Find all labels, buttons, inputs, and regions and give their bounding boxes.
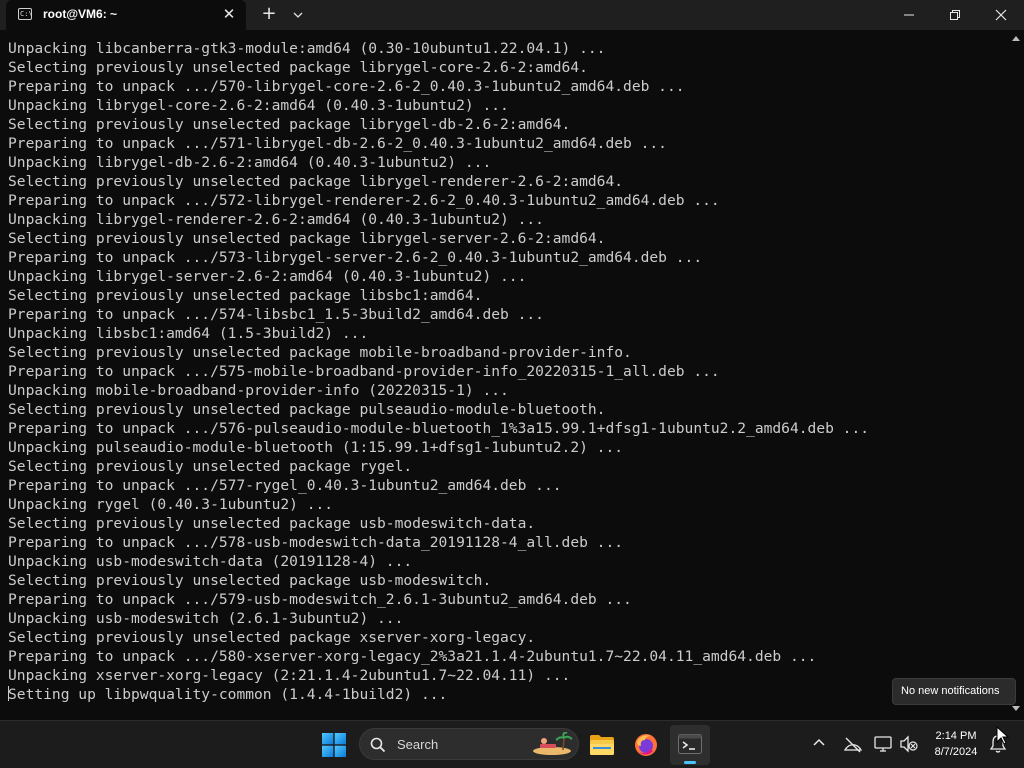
restore-icon [950, 10, 960, 20]
terminal-line: Preparing to unpack .../576-pulseaudio-m… [8, 420, 870, 437]
firefox-button[interactable] [626, 725, 666, 765]
terminal-line: Unpacking libcanberra-gtk3-module:amd64 … [8, 40, 606, 57]
chevron-up-icon[interactable] [812, 737, 826, 747]
terminal-line: Selecting previously unselected package … [8, 515, 536, 532]
network-disconnected-icon[interactable] [843, 734, 863, 754]
terminal-line: Selecting previously unselected package … [8, 230, 606, 247]
terminal-line: Preparing to unpack .../572-librygel-ren… [8, 192, 720, 209]
terminal-line: Selecting previously unselected package … [8, 458, 413, 475]
tab-dropdown-button[interactable] [288, 3, 308, 27]
minimize-button[interactable] [886, 0, 932, 30]
terminal-line: Preparing to unpack .../575-mobile-broad… [8, 363, 720, 380]
terminal-line: Selecting previously unselected package … [8, 629, 536, 646]
terminal-icon [678, 734, 702, 754]
terminal-line: Preparing to unpack .../571-librygel-db-… [8, 135, 667, 152]
close-tab-icon[interactable]: ✕ [218, 3, 240, 25]
search-highlight-art-icon [533, 732, 573, 755]
search-placeholder: Search [397, 737, 439, 752]
search-icon [370, 737, 386, 753]
clock-time: 2:14 PM [935, 730, 977, 742]
terminal-line: Unpacking pulseaudio-module-bluetooth (1… [8, 439, 624, 456]
terminal-line-text: Setting up libpwquality-common (1.4.4-1b… [8, 686, 448, 703]
terminal-line: Selecting previously unselected package … [8, 173, 624, 190]
mouse-pointer-icon [996, 726, 1010, 745]
new-tab-button[interactable]: + [257, 3, 281, 27]
terminal-line: Selecting previously unselected package … [8, 572, 492, 589]
terminal-line: Unpacking usb-modeswitch-data (20191128-… [8, 553, 413, 570]
terminal-line: Unpacking librygel-db-2.6-2:amd64 (0.40.… [8, 154, 492, 171]
restore-button[interactable] [932, 0, 978, 30]
notification-tooltip-text: No new notifications [901, 685, 1000, 697]
clock-date: 8/7/2024 [934, 746, 978, 758]
terminal-line: Unpacking librygel-renderer-2.6-2:amd64 … [8, 211, 544, 228]
taskbar-clock[interactable]: 2:14 PM 8/7/2024 [926, 728, 986, 760]
tab-title: root@VM6: ~ [43, 7, 118, 21]
terminal-lines: Unpacking libcanberra-gtk3-module:amd64 … [8, 39, 869, 704]
start-button[interactable] [314, 725, 354, 765]
terminal-line: Preparing to unpack .../577-rygel_0.40.3… [8, 477, 562, 494]
notification-tooltip: No new notifications [892, 678, 1016, 705]
close-window-button[interactable] [978, 0, 1024, 30]
terminal-line: Unpacking libsbc1:amd64 (1.5-3build2) ..… [8, 325, 369, 342]
taskbar: Search 2:14 PM 8/7/2024 [0, 720, 1024, 768]
active-app-indicator [684, 761, 696, 764]
terminal-line: Unpacking usb-modeswitch (2.6.1-3ubuntu2… [8, 610, 404, 627]
minimize-icon [904, 14, 914, 16]
taskbar-search-box[interactable]: Search [359, 728, 579, 760]
terminal-line: Selecting previously unselected package … [8, 401, 606, 418]
terminal-line: Unpacking librygel-server-2.6-2:amd64 (0… [8, 268, 527, 285]
terminal-scrollbar[interactable] [1008, 30, 1024, 718]
terminal-line: Unpacking librygel-core-2.6-2:amd64 (0.4… [8, 97, 509, 114]
tab-terminal[interactable]: C:\ root@VM6: ~ ✕ [6, 0, 246, 30]
terminal-line: Selecting previously unselected package … [8, 287, 483, 304]
terminal-line: Setting up libpwquality-common (1.4.4-1b… [8, 685, 869, 704]
volume-muted-icon[interactable] [899, 734, 919, 754]
title-bar: C:\ root@VM6: ~ ✕ + [0, 0, 1024, 30]
terminal-output[interactable]: Unpacking libcanberra-gtk3-module:amd64 … [0, 30, 1008, 718]
terminal-line: Unpacking xserver-xorg-legacy (2:21.1.4-… [8, 667, 571, 684]
scroll-up-arrow-icon[interactable] [1012, 36, 1020, 41]
terminal-line: Preparing to unpack .../579-usb-modeswit… [8, 591, 632, 608]
terminal-line: Preparing to unpack .../580-xserver-xorg… [8, 648, 817, 665]
close-icon [995, 9, 1007, 21]
chevron-down-icon [293, 12, 303, 18]
terminal-line: Preparing to unpack .../570-librygel-cor… [8, 78, 685, 95]
scroll-down-arrow-icon[interactable] [1012, 706, 1020, 711]
terminal-line: Unpacking mobile-broadband-provider-info… [8, 382, 509, 399]
terminal-line: Selecting previously unselected package … [8, 59, 588, 76]
terminal-tab-icon: C:\ [18, 8, 33, 20]
terminal-taskbar-button[interactable] [670, 725, 710, 765]
terminal-line: Unpacking rygel (0.40.3-1ubuntu2) ... [8, 496, 334, 513]
file-explorer-button[interactable] [582, 725, 622, 765]
firefox-icon [635, 734, 657, 756]
file-explorer-icon [590, 735, 614, 755]
terminal-line: Preparing to unpack .../574-libsbc1_1.5-… [8, 306, 544, 323]
display-icon[interactable] [873, 734, 893, 754]
terminal-line: Preparing to unpack .../578-usb-modeswit… [8, 534, 624, 551]
windows-start-icon [322, 733, 346, 757]
terminal-line: Selecting previously unselected package … [8, 344, 632, 361]
terminal-line: Preparing to unpack .../573-librygel-ser… [8, 249, 703, 266]
terminal-tab-icon-glyph: C:\ [20, 10, 33, 18]
terminal-line: Selecting previously unselected package … [8, 116, 571, 133]
